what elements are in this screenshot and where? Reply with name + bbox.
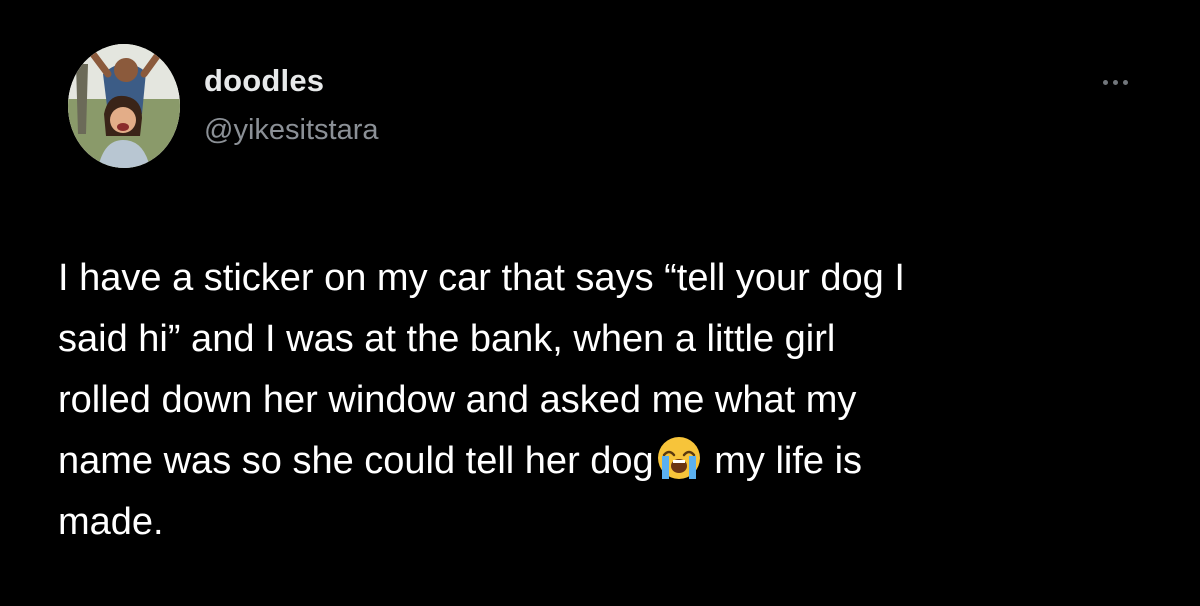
avatar-photo-icon	[68, 44, 180, 168]
author-avatar[interactable]	[68, 44, 180, 168]
more-options-button[interactable]	[1090, 70, 1140, 94]
loudly-crying-face-icon	[657, 437, 700, 479]
more-options-dot-icon	[1122, 79, 1128, 85]
tweet-text: I have a sticker on my car that says “te…	[58, 248, 1138, 553]
more-options-dot-icon	[1112, 79, 1118, 85]
author-handle[interactable]: @yikesitstara	[204, 114, 378, 147]
more-options-dot-icon	[1102, 79, 1108, 85]
author-display-name[interactable]: doodles	[204, 63, 324, 99]
tweet-card: doodles @yikesitstara I have a sticker o…	[0, 0, 1200, 606]
